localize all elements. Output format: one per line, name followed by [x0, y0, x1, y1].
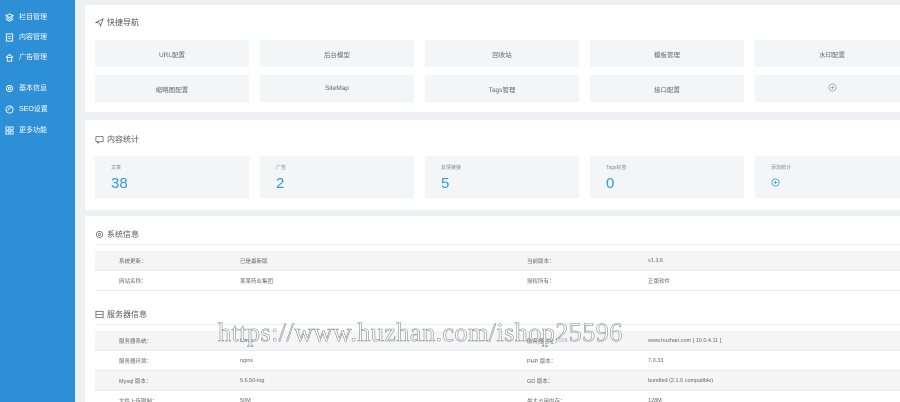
sidebar-item-label: SEO设置 [19, 106, 48, 113]
stat-label: 添加统计 [771, 165, 792, 171]
stat-value: 2 [276, 175, 285, 192]
server-icon [95, 310, 104, 319]
stat-value: 5 [441, 175, 450, 192]
sidebar-item-basic-info[interactable]: 基本信息 [0, 78, 75, 98]
send-icon [95, 17, 104, 27]
quicknav-watermark-button[interactable]: 水印配置 [755, 40, 900, 67]
stat-card-articles[interactable]: 文章 38 [95, 156, 249, 198]
server-title: 服务器信息 [95, 308, 147, 320]
stat-label: 文章 [111, 165, 122, 171]
quicknav-panel: 快捷导航 URL配置 后台模型 回收站 模板管理 水印配置 缩略图配置 Site… [85, 5, 900, 112]
sidebar-item-ads[interactable]: 广告管理 [0, 47, 75, 67]
stat-card-add[interactable]: 添加统计 [755, 156, 900, 198]
quicknav-api-button[interactable]: 接口配置 [590, 75, 744, 102]
table-row: 文件上传限制： 50M 最大占用内存： 128M [95, 391, 900, 402]
quicknav-model-button[interactable]: 后台模型 [260, 40, 414, 67]
seo-icon [5, 104, 14, 114]
quicknav-recycle-button[interactable]: 回收站 [425, 40, 579, 67]
quicknav-title: 快捷导航 [95, 16, 139, 28]
info-panel: 系统信息 系统更新： 已是最新版 当前版本： v1.3.6 网站名称： 某某药业… [85, 216, 900, 402]
table-row: Mysql 版本： 5.6.50-log GD 版本： bundled (2.1… [95, 371, 900, 391]
quicknav-tags-button[interactable]: Tags管理 [425, 75, 579, 102]
home-icon [5, 53, 14, 62]
gear-icon [5, 84, 14, 93]
quicknav-add-button[interactable] [755, 75, 900, 102]
sidebar-item-more[interactable]: 更多功能 [0, 120, 75, 140]
quicknav-template-button[interactable]: 模板管理 [590, 40, 744, 67]
grid-icon [5, 125, 14, 135]
layers-icon [5, 12, 14, 22]
divider [95, 244, 900, 245]
sidebar-item-label: 栏目管理 [19, 14, 47, 21]
quicknav-url-config-button[interactable]: URL配置 [95, 40, 249, 67]
sidebar-item-seo[interactable]: SEO设置 [0, 99, 75, 119]
sidebar-item-label: 广告管理 [19, 54, 47, 61]
sidebar: 栏目管理 内容管理 广告管理 基本信息 SEO设置 更多功能 [0, 0, 75, 402]
sidebar-item-columns[interactable]: 栏目管理 [0, 7, 75, 27]
stat-card-links[interactable]: 友情链接 5 [425, 156, 579, 198]
table-row: 系统更新： 已是最新版 当前版本： v1.3.6 [95, 251, 900, 271]
plus-circle-icon [828, 83, 837, 94]
sidebar-item-label: 内容管理 [19, 34, 47, 41]
sidebar-item-label: 更多功能 [19, 127, 47, 134]
stat-value: 0 [606, 175, 615, 192]
stat-label: 广告 [276, 165, 287, 171]
sidebar-item-label: 基本信息 [19, 85, 47, 92]
chat-icon [95, 135, 104, 144]
stats-title: 内容统计 [95, 133, 139, 145]
stat-label: 友情链接 [441, 165, 462, 171]
quicknav-thumbnail-button[interactable]: 缩略图配置 [95, 75, 249, 102]
stat-card-tags[interactable]: Tags标签 0 [590, 156, 744, 198]
quicknav-sitemap-button[interactable]: SiteMap [260, 75, 414, 102]
watermark-text: https://www.huzhan.com/ishop25596 [218, 318, 623, 348]
sidebar-item-content[interactable]: 内容管理 [0, 27, 75, 47]
stat-value: 38 [111, 175, 128, 192]
table-row: 网站名称： 某某药业集团 授权所有： 正版软件 [95, 271, 900, 291]
plus-circle-icon [771, 178, 780, 187]
gear-icon [95, 230, 104, 239]
document-icon [5, 32, 14, 42]
stat-card-ads[interactable]: 广告 2 [260, 156, 414, 198]
stat-label: Tags标签 [606, 165, 627, 171]
table-row: 服务器环境： nginx PHP 版本： 7.0.33 [95, 351, 900, 371]
sysinfo-title: 系统信息 [95, 228, 139, 240]
